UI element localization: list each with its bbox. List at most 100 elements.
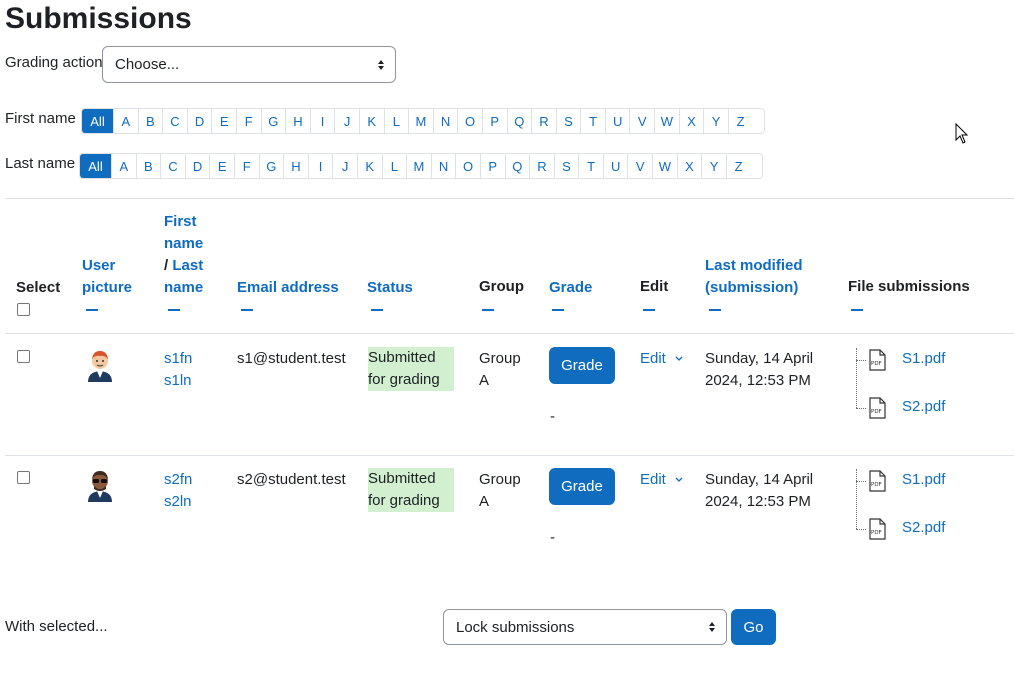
last-name-initial-d[interactable]: D [184, 154, 210, 178]
last-name-initial-v[interactable]: V [627, 154, 652, 178]
first-name-initial-s[interactable]: S [555, 109, 581, 133]
last-name-initial-q[interactable]: Q [504, 154, 530, 178]
last-name-initial-y[interactable]: Y [701, 154, 726, 178]
first-name-initial-m[interactable]: M [408, 109, 433, 133]
first-name-initial-r[interactable]: R [531, 109, 556, 133]
status-badge: Submitted for grading [368, 347, 454, 391]
first-name-initial-l[interactable]: L [383, 109, 409, 133]
first-name-initial-q[interactable]: Q [506, 109, 532, 133]
header-name-collapse[interactable] [168, 309, 180, 311]
file-link[interactable]: S2.pdf [902, 517, 945, 539]
svg-text:PDF: PDF [871, 361, 882, 367]
first-name-initial-y[interactable]: Y [703, 109, 728, 133]
first-name-initial-f[interactable]: F [235, 109, 261, 133]
first-name-initial-all[interactable]: All [82, 109, 113, 133]
last-name-initial-i[interactable]: I [307, 154, 333, 178]
header-edit-collapse[interactable] [643, 309, 655, 311]
header-status-collapse[interactable] [371, 309, 383, 311]
last-name-initial-x[interactable]: X [676, 154, 702, 178]
last-name-initial-m[interactable]: M [406, 154, 431, 178]
last-name-initial-e[interactable]: E [209, 154, 234, 178]
sort-first-name: First [164, 213, 197, 230]
grade-button[interactable]: Grade [549, 468, 615, 505]
first-name-initial-t[interactable]: T [580, 109, 605, 133]
last-name-initial-n[interactable]: N [430, 154, 456, 178]
select-all-checkbox[interactable] [17, 303, 30, 316]
first-name-initials-bar: All A B C D E F G H I J K L M N O P Q R S T U V W X Y Z [81, 108, 765, 134]
grading-action-select[interactable]: Choose... [102, 46, 396, 83]
sort-last-name: Last [172, 257, 204, 274]
last-name-initial-t[interactable]: T [578, 154, 603, 178]
first-name-initial-k[interactable]: K [358, 109, 384, 133]
edit-menu[interactable]: Edit [640, 469, 684, 491]
last-name-initial-w[interactable]: W [652, 154, 677, 178]
last-name-initial-p[interactable]: P [479, 154, 505, 178]
first-name-link: s2fn [164, 471, 193, 488]
header-user-picture[interactable]: User picture [82, 255, 132, 299]
last-name-initial-s[interactable]: S [553, 154, 579, 178]
first-name-initial-p[interactable]: P [481, 109, 507, 133]
first-name-initial-g[interactable]: G [260, 109, 286, 133]
first-name-initial-h[interactable]: H [285, 109, 310, 133]
header-user-picture-collapse[interactable] [86, 309, 98, 311]
last-name-initial-u[interactable]: U [602, 154, 628, 178]
header-last-modified[interactable]: Last modified (submission) [705, 255, 803, 299]
row-last-modified: Sunday, 14 April 2024, 12:53 PM [705, 350, 814, 389]
first-name-initial-a[interactable]: A [113, 109, 138, 133]
header-status[interactable]: Status [367, 277, 413, 299]
header-email-collapse[interactable] [241, 309, 253, 311]
row-select-checkbox[interactable] [17, 350, 30, 363]
first-name-initial-w[interactable]: W [654, 109, 679, 133]
header-last-modified-collapse[interactable] [709, 309, 721, 311]
row-name[interactable]: s2fn s2ln [164, 469, 192, 513]
first-name-initial-j[interactable]: J [334, 109, 359, 133]
user-avatar-icon [88, 351, 112, 382]
first-name-initial-x[interactable]: X [678, 109, 704, 133]
file-link[interactable]: S1.pdf [902, 348, 945, 370]
file-link[interactable]: S2.pdf [902, 396, 945, 418]
header-grade[interactable]: Grade [549, 277, 592, 299]
row-email: s2@student.test [237, 471, 346, 488]
first-name-initial-v[interactable]: V [629, 109, 654, 133]
header-email[interactable]: Email address [237, 277, 339, 299]
last-name-link: s2ln [164, 493, 192, 510]
bulk-action-select[interactable]: Lock submissions [443, 609, 727, 645]
last-name-initial-j[interactable]: J [332, 154, 357, 178]
grade-button[interactable]: Grade [549, 347, 615, 384]
last-name-initial-f[interactable]: F [233, 154, 259, 178]
header-first-last-name[interactable]: First name / Last name [164, 211, 203, 299]
last-name-initial-b[interactable]: B [135, 154, 161, 178]
first-name-initial-o[interactable]: O [457, 109, 482, 133]
last-name-initial-z[interactable]: Z [725, 154, 751, 178]
header-group-collapse[interactable] [482, 309, 494, 311]
last-name-initial-all[interactable]: All [80, 154, 111, 178]
last-name-initial-a[interactable]: A [111, 154, 136, 178]
row-name[interactable]: s1fn s1ln [164, 348, 192, 392]
file-link[interactable]: S1.pdf [902, 469, 945, 491]
row-last-modified: Sunday, 14 April 2024, 12:53 PM [705, 471, 814, 510]
last-name-initials-bar: All A B C D E F G H I J K L M N O P Q R S T U V W X Y Z [79, 153, 763, 179]
last-name-initial-h[interactable]: H [283, 154, 308, 178]
first-name-initial-d[interactable]: D [186, 109, 212, 133]
first-name-initial-e[interactable]: E [211, 109, 236, 133]
first-name-initial-i[interactable]: I [309, 109, 335, 133]
last-name-initial-k[interactable]: K [356, 154, 382, 178]
header-grade-collapse[interactable] [552, 309, 564, 311]
user-avatar-icon [88, 471, 112, 502]
edit-menu[interactable]: Edit [640, 348, 684, 370]
go-button[interactable]: Go [731, 609, 776, 645]
file-tree-line [856, 469, 857, 529]
last-name-initial-l[interactable]: L [381, 154, 407, 178]
first-name-initial-z[interactable]: Z [727, 109, 753, 133]
first-name-initial-b[interactable]: B [137, 109, 163, 133]
file-tree-line [856, 348, 857, 408]
last-name-initial-r[interactable]: R [529, 154, 554, 178]
first-name-initial-c[interactable]: C [162, 109, 187, 133]
first-name-initial-u[interactable]: U [604, 109, 630, 133]
last-name-initial-c[interactable]: C [160, 154, 185, 178]
last-name-initial-o[interactable]: O [455, 154, 480, 178]
first-name-initial-n[interactable]: N [432, 109, 458, 133]
header-file-submissions-collapse[interactable] [851, 309, 863, 311]
last-name-initial-g[interactable]: G [258, 154, 284, 178]
row-select-checkbox[interactable] [17, 471, 30, 484]
